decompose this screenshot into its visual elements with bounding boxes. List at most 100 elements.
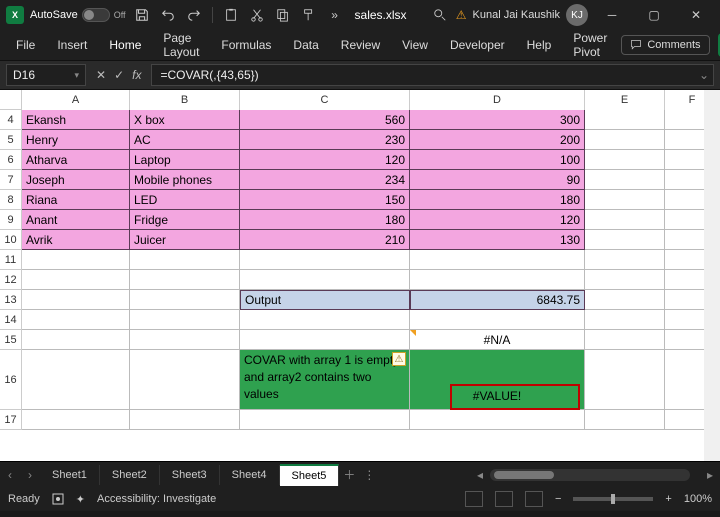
formula-input[interactable]: =COVAR(,{43,65}) ⌄ bbox=[151, 64, 714, 86]
cell[interactable] bbox=[130, 410, 240, 430]
cell[interactable]: Anant bbox=[22, 210, 130, 230]
cell[interactable]: Fridge bbox=[130, 210, 240, 230]
accessibility-icon[interactable]: ✦ bbox=[76, 493, 85, 506]
cell[interactable]: X box bbox=[130, 110, 240, 130]
tab-view[interactable]: View bbox=[392, 32, 438, 58]
value-error-cell[interactable]: #VALUE! bbox=[410, 350, 585, 410]
cell[interactable]: Avrik bbox=[22, 230, 130, 250]
cell[interactable] bbox=[585, 270, 665, 290]
col-header-d[interactable]: D bbox=[410, 90, 585, 110]
cell[interactable]: 150 bbox=[240, 190, 410, 210]
cell[interactable] bbox=[585, 410, 665, 430]
cell[interactable] bbox=[585, 170, 665, 190]
tab-home[interactable]: Home bbox=[99, 32, 151, 58]
tab-help[interactable]: Help bbox=[517, 32, 562, 58]
row-header[interactable]: 8 bbox=[0, 190, 22, 210]
select-all-corner[interactable] bbox=[0, 90, 22, 110]
user-avatar[interactable]: KJ bbox=[566, 4, 588, 26]
row-header[interactable]: 9 bbox=[0, 210, 22, 230]
macro-record-icon[interactable] bbox=[52, 493, 64, 505]
cut-icon[interactable] bbox=[247, 5, 267, 25]
row-header[interactable]: 7 bbox=[0, 170, 22, 190]
cell[interactable] bbox=[22, 270, 130, 290]
format-painter-icon[interactable] bbox=[299, 5, 319, 25]
paste-icon[interactable] bbox=[221, 5, 241, 25]
cell[interactable] bbox=[130, 330, 240, 350]
cell[interactable]: Ekansh bbox=[22, 110, 130, 130]
cell[interactable]: 180 bbox=[240, 210, 410, 230]
search-icon[interactable] bbox=[430, 5, 450, 25]
row-header[interactable]: 14 bbox=[0, 310, 22, 330]
tab-page-layout[interactable]: Page Layout bbox=[153, 25, 209, 65]
hscroll-left-icon[interactable]: ◂ bbox=[470, 468, 490, 482]
cell[interactable]: 130 bbox=[410, 230, 585, 250]
autosave-toggle[interactable]: AutoSave Off bbox=[30, 8, 126, 22]
output-label-cell[interactable]: Output bbox=[240, 290, 410, 310]
tab-power-pivot[interactable]: Power Pivot bbox=[563, 25, 617, 65]
cell[interactable] bbox=[240, 410, 410, 430]
save-icon[interactable] bbox=[132, 5, 152, 25]
row-header[interactable]: 11 bbox=[0, 250, 22, 270]
cell[interactable] bbox=[585, 130, 665, 150]
close-button[interactable]: ✕ bbox=[678, 1, 714, 29]
cell[interactable]: AC bbox=[130, 130, 240, 150]
cell[interactable] bbox=[410, 410, 585, 430]
cell[interactable] bbox=[130, 350, 240, 410]
fx-icon[interactable]: fx bbox=[132, 68, 141, 82]
cell[interactable]: Juicer bbox=[130, 230, 240, 250]
cancel-formula-icon[interactable]: ✕ bbox=[96, 68, 106, 82]
tab-insert[interactable]: Insert bbox=[47, 32, 97, 58]
enter-formula-icon[interactable]: ✓ bbox=[114, 68, 124, 82]
sheet-nav-prev-icon[interactable]: ‹ bbox=[0, 468, 20, 482]
row-header[interactable]: 6 bbox=[0, 150, 22, 170]
cell[interactable] bbox=[22, 310, 130, 330]
error-badge-icon[interactable]: ⚠ bbox=[392, 352, 406, 366]
sheet-tab[interactable]: Sheet4 bbox=[220, 465, 280, 485]
cell[interactable]: Laptop bbox=[130, 150, 240, 170]
sheet-tab[interactable]: Sheet3 bbox=[160, 465, 220, 485]
hscroll-right-icon[interactable]: ▸ bbox=[700, 468, 720, 482]
cell[interactable] bbox=[22, 250, 130, 270]
chevron-down-icon[interactable]: ▾ bbox=[74, 70, 79, 81]
zoom-slider[interactable] bbox=[573, 497, 653, 501]
cell[interactable]: Mobile phones bbox=[130, 170, 240, 190]
copy-icon[interactable] bbox=[273, 5, 293, 25]
cell[interactable] bbox=[22, 350, 130, 410]
sheet-nav-next-icon[interactable]: › bbox=[20, 468, 40, 482]
row-header[interactable]: 16 bbox=[0, 350, 22, 410]
zoom-out-icon[interactable]: − bbox=[555, 493, 561, 505]
covar-note-cell[interactable]: COVAR with array 1 is empty and array2 c… bbox=[240, 350, 410, 410]
comments-button[interactable]: Comments bbox=[621, 35, 709, 55]
tab-formulas[interactable]: Formulas bbox=[211, 32, 281, 58]
zoom-in-icon[interactable]: + bbox=[665, 493, 671, 505]
cell[interactable] bbox=[585, 210, 665, 230]
row-header[interactable]: 15 bbox=[0, 330, 22, 350]
add-sheet-icon[interactable]: ＋ bbox=[339, 466, 359, 483]
col-header-b[interactable]: B bbox=[130, 90, 240, 110]
toggle-icon[interactable] bbox=[82, 8, 110, 22]
cell[interactable] bbox=[585, 250, 665, 270]
cell[interactable]: 560 bbox=[240, 110, 410, 130]
cell[interactable]: Riana bbox=[22, 190, 130, 210]
row-header[interactable]: 12 bbox=[0, 270, 22, 290]
warning-icon[interactable]: ⚠ bbox=[456, 8, 467, 22]
na-error-cell[interactable]: #N/A bbox=[410, 330, 585, 350]
cell[interactable]: Henry bbox=[22, 130, 130, 150]
cell[interactable]: LED bbox=[130, 190, 240, 210]
col-header-c[interactable]: C bbox=[240, 90, 410, 110]
tab-file[interactable]: File bbox=[6, 32, 45, 58]
cell[interactable] bbox=[130, 310, 240, 330]
maximize-button[interactable]: ▢ bbox=[636, 1, 672, 29]
normal-view-icon[interactable] bbox=[465, 491, 483, 507]
redo-icon[interactable] bbox=[184, 5, 204, 25]
cell[interactable] bbox=[22, 290, 130, 310]
sheet-tab-active[interactable]: Sheet5 bbox=[280, 464, 340, 486]
output-value-cell[interactable]: 6843.75 bbox=[410, 290, 585, 310]
cell[interactable]: 234 bbox=[240, 170, 410, 190]
col-header-e[interactable]: E bbox=[585, 90, 665, 110]
cell[interactable]: 90 bbox=[410, 170, 585, 190]
cell[interactable] bbox=[585, 310, 665, 330]
cell[interactable] bbox=[130, 290, 240, 310]
page-break-view-icon[interactable] bbox=[525, 491, 543, 507]
row-header[interactable]: 13 bbox=[0, 290, 22, 310]
